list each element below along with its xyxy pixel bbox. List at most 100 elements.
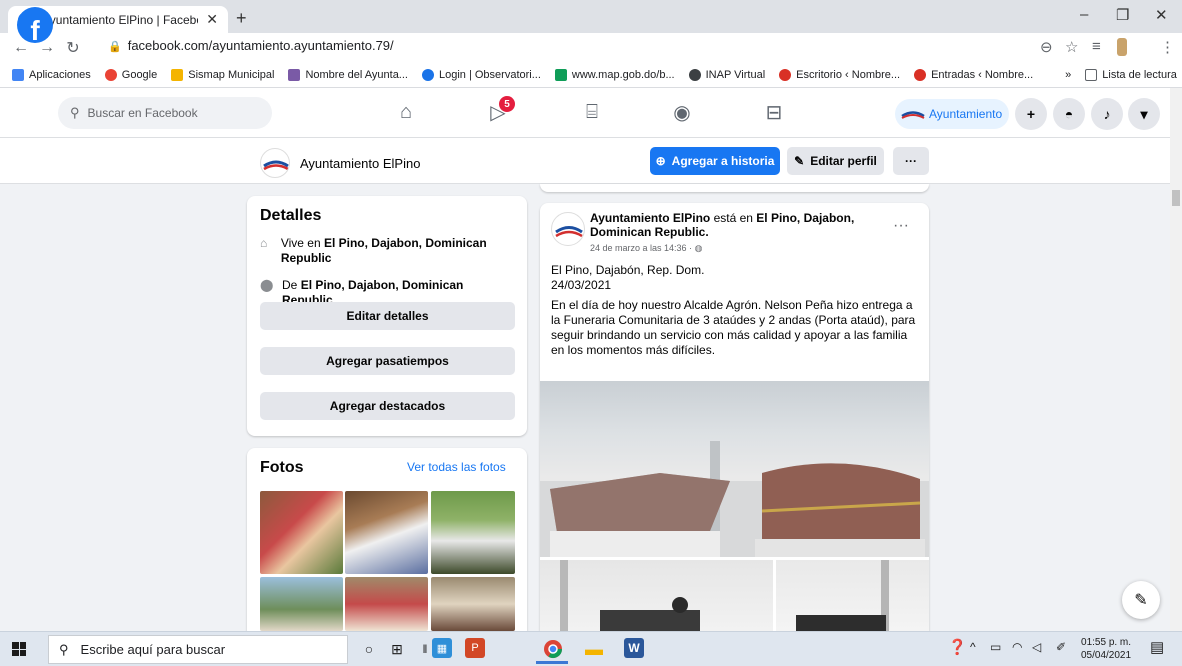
close-window-button[interactable]: ✕	[1155, 6, 1168, 24]
more-bookmarks-button[interactable]: »	[1065, 69, 1071, 81]
post-image[interactable]	[540, 560, 773, 631]
bookmark-item[interactable]: Sismap Municipal	[171, 69, 274, 81]
photo-thumbnail[interactable]	[431, 577, 515, 631]
bookmarks-bar: Aplicaciones Google Sismap Municipal Nom…	[0, 63, 1182, 88]
post-image[interactable]	[540, 381, 929, 557]
create-button[interactable]: +	[1015, 98, 1047, 130]
new-tab-button[interactable]: +	[236, 8, 247, 29]
notification-center-icon[interactable]: ▤	[1150, 638, 1164, 656]
photo-thumbnail[interactable]	[345, 491, 428, 574]
profile-shortcut[interactable]: Ayuntamiento	[895, 99, 1009, 129]
inap-icon	[688, 69, 701, 81]
calculator-icon[interactable]: ▦	[432, 638, 452, 658]
search-icon: ⚲	[70, 105, 80, 120]
profile-pill-label: Ayuntamiento	[929, 107, 1003, 121]
add-hobbies-button[interactable]: Agregar pasatiempos	[260, 347, 515, 375]
photo-thumbnail[interactable]	[431, 491, 515, 574]
bookmark-item[interactable]: Nombre del Ayunta...	[288, 69, 408, 81]
chrome-icon[interactable]	[542, 638, 564, 660]
post-image[interactable]	[776, 560, 929, 631]
post-body: El Pino, Dajabón, Rep. Dom. 24/03/2021 E…	[551, 263, 921, 358]
account-menu-chevron-icon[interactable]: ▾	[1128, 98, 1160, 130]
search-placeholder: Buscar en Facebook	[87, 106, 198, 120]
post-timestamp[interactable]: 24 de marzo a las 14:36 · ◍	[590, 243, 702, 254]
more-options-button[interactable]: ···	[893, 147, 929, 175]
cortana-icon[interactable]: ○	[358, 638, 380, 660]
plus-circle-icon: ⊕	[655, 154, 666, 168]
chrome-menu-icon[interactable]: ⋮	[1160, 38, 1175, 56]
task-view-icon[interactable]: ⊞	[386, 638, 408, 660]
notifications-bell-icon[interactable]: ♪	[1091, 98, 1123, 130]
bookmark-item[interactable]: Aplicaciones	[12, 69, 91, 81]
bookmark-item[interactable]: Login | Observatori...	[421, 69, 541, 81]
add-story-button[interactable]: ⊕ Agregar a historia	[650, 147, 780, 175]
zoom-icon[interactable]: ⊖	[1040, 38, 1053, 56]
post-avatar[interactable]	[551, 212, 585, 246]
photo-thumbnail[interactable]	[260, 491, 343, 574]
gaming-icon[interactable]: ⊟	[760, 100, 788, 124]
reload-button[interactable]: ↻	[60, 38, 86, 58]
restore-button[interactable]: ❐	[1116, 6, 1129, 24]
word-icon[interactable]: W	[624, 638, 644, 658]
photo-thumbnail[interactable]	[260, 577, 343, 631]
search-input[interactable]: ⚲ Buscar en Facebook	[58, 97, 272, 129]
groups-icon[interactable]: ◉	[668, 100, 696, 124]
wordpress-icon	[779, 69, 792, 81]
powerpoint-icon[interactable]: P	[465, 638, 485, 658]
list-icon	[1085, 69, 1098, 81]
url-text: facebook.com/ayuntamiento.ayuntamiento.7…	[127, 38, 394, 53]
search-icon	[421, 69, 434, 81]
scrollbar-thumb[interactable]	[1172, 190, 1180, 206]
map-icon	[554, 69, 567, 81]
previous-post-card	[540, 184, 929, 192]
minimize-button[interactable]: –	[1080, 6, 1088, 23]
post-line: El Pino, Dajabón, Rep. Dom.	[551, 263, 705, 277]
lives-in-row: ⌂ Vive en El Pino, Dajabon, Dominican Re…	[260, 236, 487, 265]
close-tab-icon[interactable]: ✕	[206, 11, 218, 28]
post-line: 24/03/2021	[551, 278, 612, 292]
add-featured-button[interactable]: Agregar destacados	[260, 392, 515, 420]
edit-details-button[interactable]: Editar detalles	[260, 302, 515, 330]
reading-list-icon[interactable]: ≡	[1092, 38, 1101, 55]
clock-date: 05/04/2021	[1081, 650, 1132, 661]
reading-list-button[interactable]: Lista de lectura	[1085, 69, 1177, 81]
edit-profile-label: Editar perfil	[810, 154, 877, 168]
pen-icon[interactable]: ✐	[1056, 640, 1066, 654]
bookmark-item[interactable]: Google	[104, 69, 157, 81]
show-hidden-icons-chevron-icon[interactable]: ^	[970, 640, 976, 654]
edit-profile-button[interactable]: ✎ Editar perfil	[787, 147, 884, 175]
file-explorer-icon[interactable]: ▬	[583, 638, 605, 660]
post-header-text: Ayuntamiento ElPino está en El Pino, Daj…	[590, 211, 855, 239]
messenger-icon[interactable]: ◓	[1053, 98, 1085, 130]
bookmark-item[interactable]: INAP Virtual	[688, 69, 765, 81]
bookmark-item[interactable]: Entradas ‹ Nombre...	[914, 69, 1033, 81]
home-icon[interactable]: ⌂	[392, 100, 420, 124]
photo-thumbnail[interactable]	[345, 577, 428, 631]
google-icon	[104, 69, 117, 81]
bookmark-item[interactable]: Escritorio ‹ Nombre...	[779, 69, 900, 81]
bookmark-item[interactable]: www.map.gob.do/b...	[554, 69, 675, 81]
search-icon: ⚲	[59, 641, 69, 657]
apps-grid-icon	[12, 69, 24, 81]
see-all-photos-link[interactable]: Ver todas las fotos	[407, 460, 506, 474]
help-icon[interactable]: ❓	[948, 638, 967, 656]
windows-start-icon[interactable]	[12, 642, 26, 656]
post-author-link[interactable]: Ayuntamiento ElPino	[590, 211, 710, 225]
marketplace-icon[interactable]: ⌸	[578, 100, 606, 124]
taskbar-search-input[interactable]: ⚲ Escribe aquí para buscar	[48, 635, 348, 664]
url-field[interactable]: 🔒 facebook.com/ayuntamiento.ayuntamiento.…	[108, 38, 394, 53]
new-message-button[interactable]: ✎	[1122, 581, 1160, 619]
wifi-icon[interactable]: ◠	[1012, 640, 1022, 654]
profile-sticky-bar	[0, 138, 1170, 184]
bookmark-star-icon[interactable]: ☆	[1065, 38, 1078, 56]
battery-icon[interactable]: ▭	[990, 640, 1001, 654]
taskbar-clock[interactable]: 01:55 p. m. 05/04/2021	[1081, 636, 1131, 662]
extension-icon[interactable]	[1117, 38, 1127, 56]
page-title[interactable]: Ayuntamiento ElPino	[260, 148, 420, 178]
sismap-icon	[171, 69, 184, 81]
facebook-logo-icon[interactable]: f	[17, 7, 53, 43]
scrollbar[interactable]	[1170, 88, 1182, 631]
post-menu-button[interactable]: ···	[893, 217, 909, 235]
tab-title: Ayuntamiento ElPino | Facebook	[42, 12, 198, 27]
volume-icon[interactable]: ◁	[1032, 640, 1041, 654]
